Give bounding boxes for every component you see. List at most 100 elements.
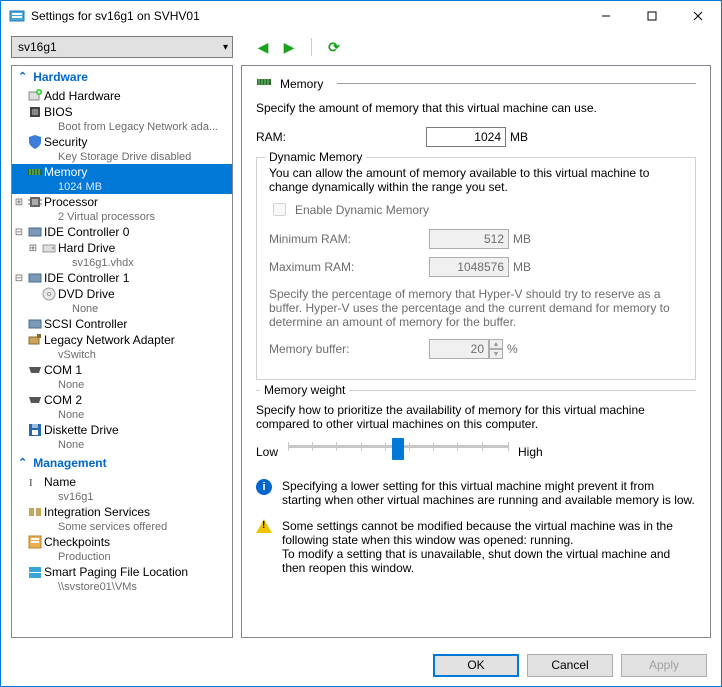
tree-item-memory[interactable]: Memory 1024 MB [12,164,232,194]
slider-thumb[interactable] [392,438,404,460]
section-management[interactable]: ⌃ Management [12,452,232,474]
tree-item-ide1[interactable]: ⊟IDE Controller 1 [12,270,232,286]
tree-item-legacy-network[interactable]: Legacy Network Adapter vSwitch [12,332,232,362]
serial-port-icon [26,362,44,378]
dynamic-memory-group: Dynamic Memory You can allow the amount … [256,157,696,380]
maximize-button[interactable] [629,1,675,31]
tree-item-com2[interactable]: COM 2 None [12,392,232,422]
cpu-icon [26,194,44,210]
memory-weight-title: Memory weight [260,383,349,397]
settings-window: Settings for sv16g1 on SVHV01 sv16g1 ▾ ◀… [0,0,722,687]
section-hardware[interactable]: ⌃ Hardware [12,66,232,88]
tree-item-integration[interactable]: Integration Services Some services offer… [12,504,232,534]
tree-item-com1-sub: None [12,378,232,392]
tree-item-hard-drive[interactable]: ⊞Hard Drive sv16g1.vhdx [12,240,232,270]
tree-item-com1[interactable]: COM 1 None [12,362,232,392]
integration-icon [26,504,44,520]
panel-title: Memory [280,77,323,91]
panel-intro: Specify the amount of memory that this v… [256,101,696,115]
chevron-down-icon: ▾ [223,42,228,53]
svg-text:I: I [29,477,33,489]
memory-weight-group: Memory weight Specify how to prioritize … [256,390,696,507]
dvd-icon [40,286,58,302]
tree-item-com2-sub: None [12,408,232,422]
slider-high-label: High [518,445,543,459]
tree-item-checkpoints[interactable]: Checkpoints Production [12,534,232,564]
dynamic-memory-intro: You can allow the amount of memory avail… [269,166,683,194]
detail-panel: Memory Specify the amount of memory that… [241,65,711,638]
expand-icon[interactable]: ⊞ [26,243,40,254]
tree-item-name-sub: sv16g1 [12,490,232,504]
cancel-button[interactable]: Cancel [527,654,613,677]
apply-button: Apply [621,654,707,677]
min-ram-label: Minimum RAM: [269,232,379,246]
collapse-icon[interactable]: ⊟ [12,273,26,284]
spin-down-icon: ▼ [489,349,503,359]
tree-item-smart-paging-sub: \\svstore01\VMs [12,580,232,594]
warning-text: Some settings cannot be modified because… [282,519,696,575]
enable-dynamic-memory-input[interactable] [273,203,286,216]
memory-weight-slider[interactable] [288,439,508,465]
min-ram-input [429,229,509,249]
tree-item-bios-sub: Boot from Legacy Network ada... [12,120,232,134]
memory-weight-intro: Specify how to prioritize the availabili… [256,403,696,431]
refresh-button[interactable]: ⟳ [326,39,342,55]
controller-icon [26,316,44,332]
tree-item-integration-sub: Some services offered [12,520,232,534]
buffer-spinner: ▲▼ [429,339,503,359]
ok-button[interactable]: OK [433,654,519,677]
name-icon: I [26,474,44,490]
floppy-icon [26,422,44,438]
ram-label: RAM: [256,130,316,144]
tree-item-checkpoints-sub: Production [12,550,232,564]
close-button[interactable] [675,1,721,31]
memory-icon [26,164,44,180]
section-management-label: Management [33,456,106,470]
tree-item-security-sub: Key Storage Drive disabled [12,150,232,164]
tree-item-processor[interactable]: ⊞Processor 2 Virtual processors [12,194,232,224]
max-ram-unit: MB [513,260,531,274]
enable-dynamic-memory-checkbox[interactable]: Enable Dynamic Memory [269,200,683,219]
nav-forward-button[interactable]: ▶ [281,39,297,55]
buffer-label: Memory buffer: [269,342,379,356]
tree-item-legacy-network-sub: vSwitch [12,348,232,362]
tree-item-scsi[interactable]: SCSI Controller [12,316,232,332]
dialog-footer: OK Cancel Apply [1,644,721,686]
tree-item-ide0[interactable]: ⊟IDE Controller 0 [12,224,232,240]
tree-item-diskette[interactable]: Diskette Drive None [12,422,232,452]
spin-up-icon: ▲ [489,339,503,349]
tree-item-hard-drive-sub: sv16g1.vhdx [12,256,232,270]
disk-icon [40,240,58,256]
app-icon [9,8,25,24]
collapse-icon: ⌃ [18,70,27,83]
tree-item-smart-paging[interactable]: Smart Paging File Location \\svstore01\V… [12,564,232,594]
minimize-button[interactable] [583,1,629,31]
buffer-unit: % [507,342,518,356]
memory-icon [256,74,272,93]
window-title: Settings for sv16g1 on SVHV01 [31,9,583,23]
tree-item-dvd[interactable]: DVD Drive None [12,286,232,316]
collapse-icon: ⌃ [18,456,27,469]
expand-icon[interactable]: ⊞ [12,197,26,208]
collapse-icon[interactable]: ⊟ [12,227,26,238]
ram-input[interactable] [426,127,506,147]
max-ram-input [429,257,509,277]
tree-item-bios[interactable]: BIOS Boot from Legacy Network ada... [12,104,232,134]
tree-item-security[interactable]: Security Key Storage Drive disabled [12,134,232,164]
nav-back-button[interactable]: ◀ [255,39,271,55]
vm-selector-value: sv16g1 [18,40,57,54]
panel-divider [337,83,696,84]
tree-item-memory-sub: 1024 MB [12,180,232,194]
section-hardware-label: Hardware [33,70,88,84]
settings-tree[interactable]: ⌃ Hardware Add Hardware BIOS Boot from L… [11,65,233,638]
tree-item-add-hardware[interactable]: Add Hardware [12,88,232,104]
controller-icon [26,224,44,240]
vm-selector-dropdown[interactable]: sv16g1 ▾ [11,36,233,58]
tree-item-dvd-sub: None [12,302,232,316]
toolbar-divider [311,38,312,56]
buffer-intro: Specify the percentage of memory that Hy… [269,287,683,329]
tree-item-name[interactable]: IName sv16g1 [12,474,232,504]
controller-icon [26,270,44,286]
dynamic-memory-title: Dynamic Memory [265,150,366,164]
ram-unit: MB [510,130,528,144]
